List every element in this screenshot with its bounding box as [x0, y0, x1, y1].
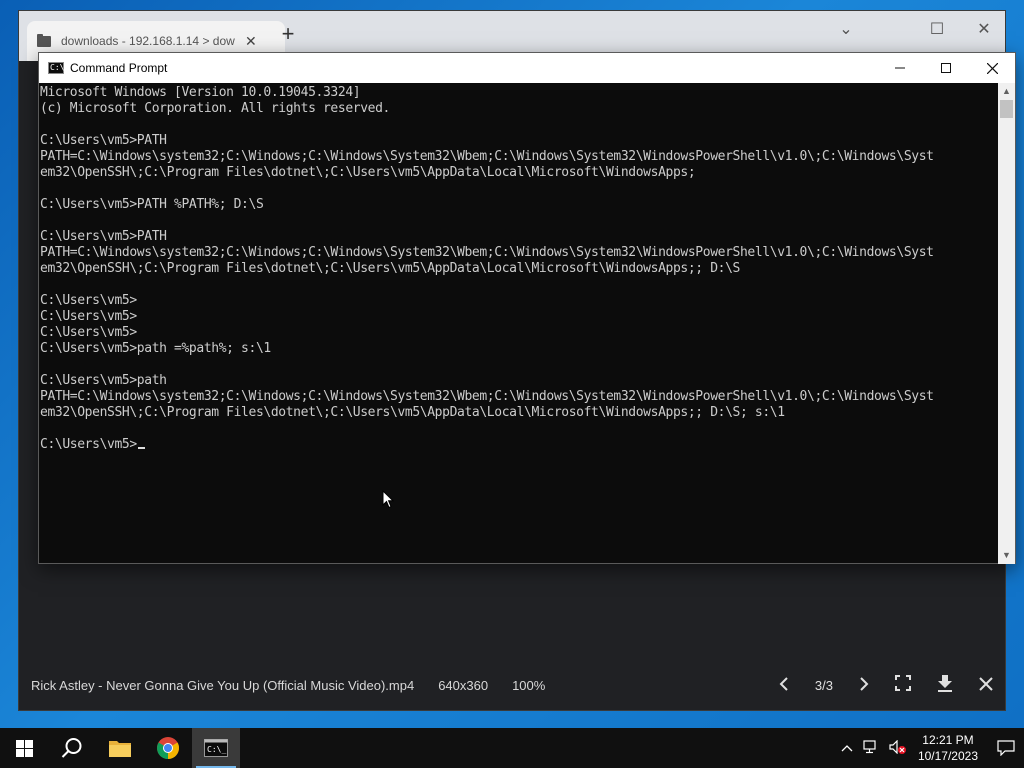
action-center-button[interactable] [988, 728, 1024, 768]
window-title: Command Prompt [70, 61, 168, 75]
media-filename: Rick Astley - Never Gonna Give You Up (O… [31, 677, 415, 693]
media-pager: 3/3 [814, 677, 833, 693]
console-prompt: C:\Users\vm5> [40, 437, 137, 452]
text-cursor [137, 447, 145, 449]
command-prompt-icon: C:\_ [204, 739, 228, 757]
console-line: C:\Users\vm5> [40, 325, 137, 340]
file-explorer-button[interactable] [96, 728, 144, 768]
svg-text:C:\_: C:\_ [207, 745, 226, 754]
console-line: em32\OpenSSH\;C:\Program Files\dotnet\;C… [40, 261, 740, 276]
clock-time: 12:21 PM [922, 733, 974, 747]
chrome-icon [157, 737, 179, 759]
media-viewer-bar: Rick Astley - Never Gonna Give You Up (O… [19, 660, 1005, 710]
windows-logo-icon [15, 739, 33, 757]
browser-maximize-button[interactable]: ☐ [922, 19, 952, 39]
scroll-up-icon[interactable]: ▲ [998, 83, 1015, 100]
maximize-icon [941, 63, 951, 73]
media-zoom: 100% [512, 677, 546, 693]
console-line: Microsoft Windows [Version 10.0.19045.33… [40, 85, 361, 100]
file-explorer-icon [109, 741, 131, 757]
minimize-button[interactable] [877, 53, 923, 83]
download-icon[interactable] [937, 674, 953, 697]
clock[interactable]: 12:21 PM 10/17/2023 [918, 732, 978, 764]
start-button[interactable] [0, 728, 48, 768]
vertical-scrollbar[interactable]: ▲ ▼ [998, 83, 1015, 564]
console-line: C:\Users\vm5>PATH [40, 133, 167, 148]
close-button[interactable] [969, 53, 1015, 83]
console-line: C:\Users\vm5>PATH [40, 229, 167, 244]
tab-close-icon[interactable]: ✕ [245, 33, 257, 50]
cmd-title-bar[interactable]: C:\ Command Prompt [39, 53, 1015, 83]
tab-title: downloads - 192.168.1.14 > dow [61, 34, 235, 48]
scroll-down-icon[interactable]: ▼ [998, 547, 1015, 564]
maximize-button[interactable] [923, 53, 969, 83]
scrollbar-thumb[interactable] [1000, 100, 1013, 118]
console-line: PATH=C:\Windows\system32;C:\Windows;C:\W… [40, 389, 934, 404]
next-icon[interactable] [859, 675, 869, 696]
media-dimensions: 640x360 [438, 677, 489, 693]
chrome-button[interactable] [144, 728, 192, 768]
console-output[interactable]: Microsoft Windows [Version 10.0.19045.33… [39, 83, 1000, 564]
console-line: PATH=C:\Windows\system32;C:\Windows;C:\W… [40, 149, 934, 164]
console-line: em32\OpenSSH\;C:\Program Files\dotnet\;C… [40, 405, 785, 420]
console-line: PATH=C:\Windows\system32;C:\Windows;C:\W… [40, 245, 934, 260]
console-prompt-line[interactable]: C:\Users\vm5> [40, 437, 1000, 453]
close-viewer-icon[interactable] [979, 675, 993, 696]
taskbar: C:\_ 12:21 PM 10/17/2023 [0, 728, 1024, 768]
clock-date: 10/17/2023 [917, 749, 978, 763]
search-button[interactable] [48, 728, 96, 768]
console-line: (c) Microsoft Corporation. All rights re… [40, 101, 390, 116]
folder-icon [37, 33, 51, 47]
volume-muted-icon[interactable] [889, 739, 907, 757]
system-tray: 12:21 PM 10/17/2023 [836, 728, 1024, 768]
network-icon[interactable] [863, 739, 879, 757]
browser-close-button[interactable]: ✕ [969, 19, 999, 39]
new-tab-button[interactable]: + [277, 23, 299, 46]
console-line: em32\OpenSSH\;C:\Program Files\dotnet\;C… [40, 165, 696, 180]
command-prompt-icon: C:\ [48, 62, 65, 74]
console-line: C:\Users\vm5> [40, 309, 137, 324]
console-line: C:\Users\vm5> [40, 293, 137, 308]
search-icon [61, 738, 82, 758]
console-line: C:\Users\vm5>PATH %PATH%; D:\S [40, 197, 264, 212]
previous-icon[interactable] [779, 675, 789, 696]
show-hidden-icons-icon[interactable] [841, 741, 853, 755]
command-prompt-window[interactable]: C:\ Command Prompt Microsoft Windows [Ve… [38, 52, 1016, 564]
console-line: C:\Users\vm5>path [40, 373, 167, 388]
command-prompt-taskbar-button[interactable]: C:\_ [192, 728, 240, 768]
console-line: C:\Users\vm5>path =%path%; s:\1 [40, 341, 271, 356]
viewer-controls: 3/3 [753, 660, 993, 710]
fullscreen-icon[interactable] [895, 674, 911, 696]
tab-search-chevron-icon[interactable]: ⌄ [831, 19, 861, 39]
notification-icon [997, 740, 1015, 756]
